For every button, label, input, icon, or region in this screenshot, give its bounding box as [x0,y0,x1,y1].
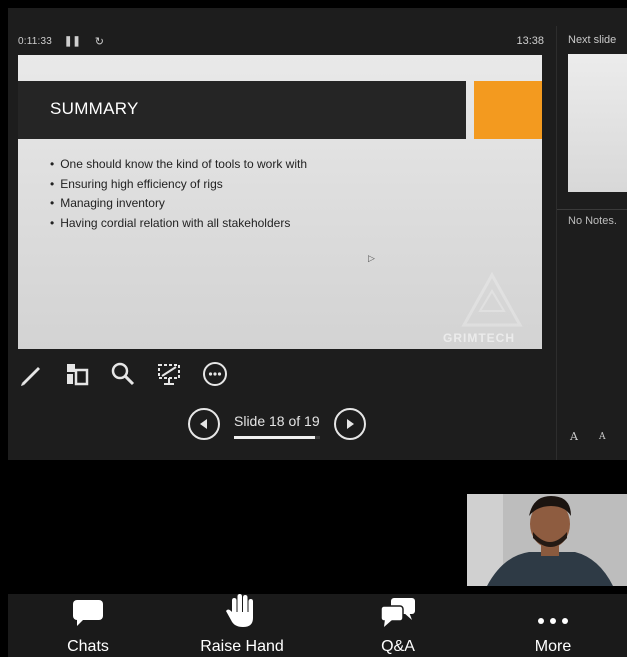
raise-hand-button[interactable]: Raise Hand [200,594,284,657]
slides-grid-icon[interactable] [64,361,90,387]
next-slide-thumbnail[interactable] [568,54,627,192]
restart-icon[interactable]: ↻ [95,35,104,48]
bottom-bar: Chats Raise Hand Q&A More [8,594,627,657]
more-button[interactable]: More [528,594,578,657]
slide-bullets: One should know the kind of tools to wor… [50,155,307,233]
slide-title: SUMMARY [50,99,139,118]
slide-progress-fill [234,436,316,439]
slide-counter[interactable]: Slide 18 of 19 [234,413,320,439]
previous-slide-button[interactable] [188,408,220,440]
left-edge [0,8,8,460]
more-options-icon[interactable] [202,361,228,387]
pen-icon[interactable] [18,361,44,387]
more-dots-icon [538,618,568,624]
chats-label: Chats [67,638,109,655]
slide-navigation: Slide 18 of 19 [188,406,366,442]
bullet-item: Managing inventory [50,194,307,214]
left-edge-lower [0,460,8,657]
next-slide-button[interactable] [333,408,366,440]
qa-button[interactable]: Q&A [378,594,418,657]
chat-bubble-icon [73,600,103,626]
zoom-icon[interactable] [110,361,136,387]
bullet-item: Ensuring high efficiency of rigs [50,175,307,195]
qa-label: Q&A [381,638,415,655]
pause-icon[interactable]: ❚❚ [64,36,81,47]
qa-icon [380,598,415,627]
triangle-left-icon [200,419,207,429]
timer-bar: 0:11:33 ❚❚ ↻ 13:38 [18,34,544,48]
elapsed-timer: 0:11:33 [18,35,53,47]
slide-tools [18,358,248,390]
slide-accent-block [474,81,542,139]
next-slide-label: Next slide [568,34,617,46]
notes-text: No Notes. [568,215,617,227]
hand-icon [226,594,253,627]
more-label: More [534,638,572,655]
side-panel: Next slide No Notes. A A [556,26,627,460]
divider [557,209,627,210]
watermark-text: GRIMTECH [443,331,515,345]
top-strip [0,0,627,8]
raise-hand-label: Raise Hand [200,638,284,655]
participant-avatar [467,494,627,586]
chats-button[interactable]: Chats [66,594,110,657]
slide-counter-label: Slide 18 of 19 [234,413,320,429]
clock: 13:38 [516,35,544,47]
bullet-item: One should know the kind of tools to wor… [50,155,307,175]
decrease-font-button[interactable]: A [599,432,606,442]
slide-title-bar: SUMMARY [18,81,466,139]
participant-video[interactable] [467,494,627,586]
slide-progress-bar [234,436,320,439]
increase-font-button[interactable]: A [570,430,578,443]
bullet-item: Having cordial relation with all stakeho… [50,214,307,234]
triangle-right-icon [346,419,354,429]
mouse-cursor-icon: ▷ [368,253,375,263]
screen-icon[interactable] [156,361,182,387]
current-slide[interactable]: SUMMARY One should know the kind of tool… [18,55,542,349]
